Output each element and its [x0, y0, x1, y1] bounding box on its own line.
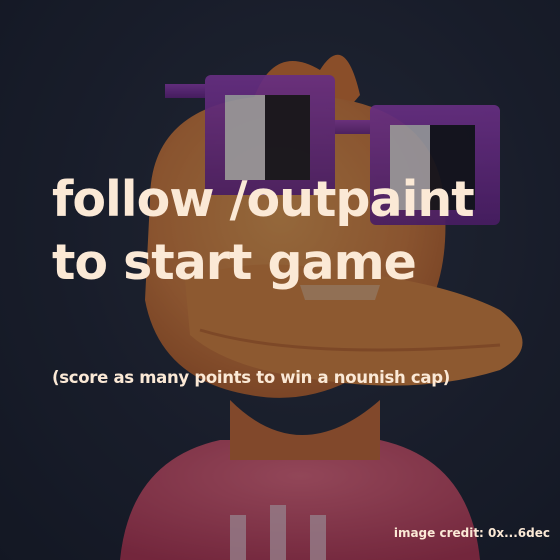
- game-start-screen: follow /outpaint to start game (score as…: [0, 0, 560, 560]
- headline-line-2: to start game: [52, 234, 417, 291]
- image-credit: image credit: 0x...6dec: [393, 526, 550, 540]
- start-game-headline: follow /outpaint to start game: [52, 168, 552, 294]
- prize-subtitle: (score as many points to win a nounish c…: [52, 368, 450, 387]
- headline-line-1: follow /outpaint: [52, 171, 475, 228]
